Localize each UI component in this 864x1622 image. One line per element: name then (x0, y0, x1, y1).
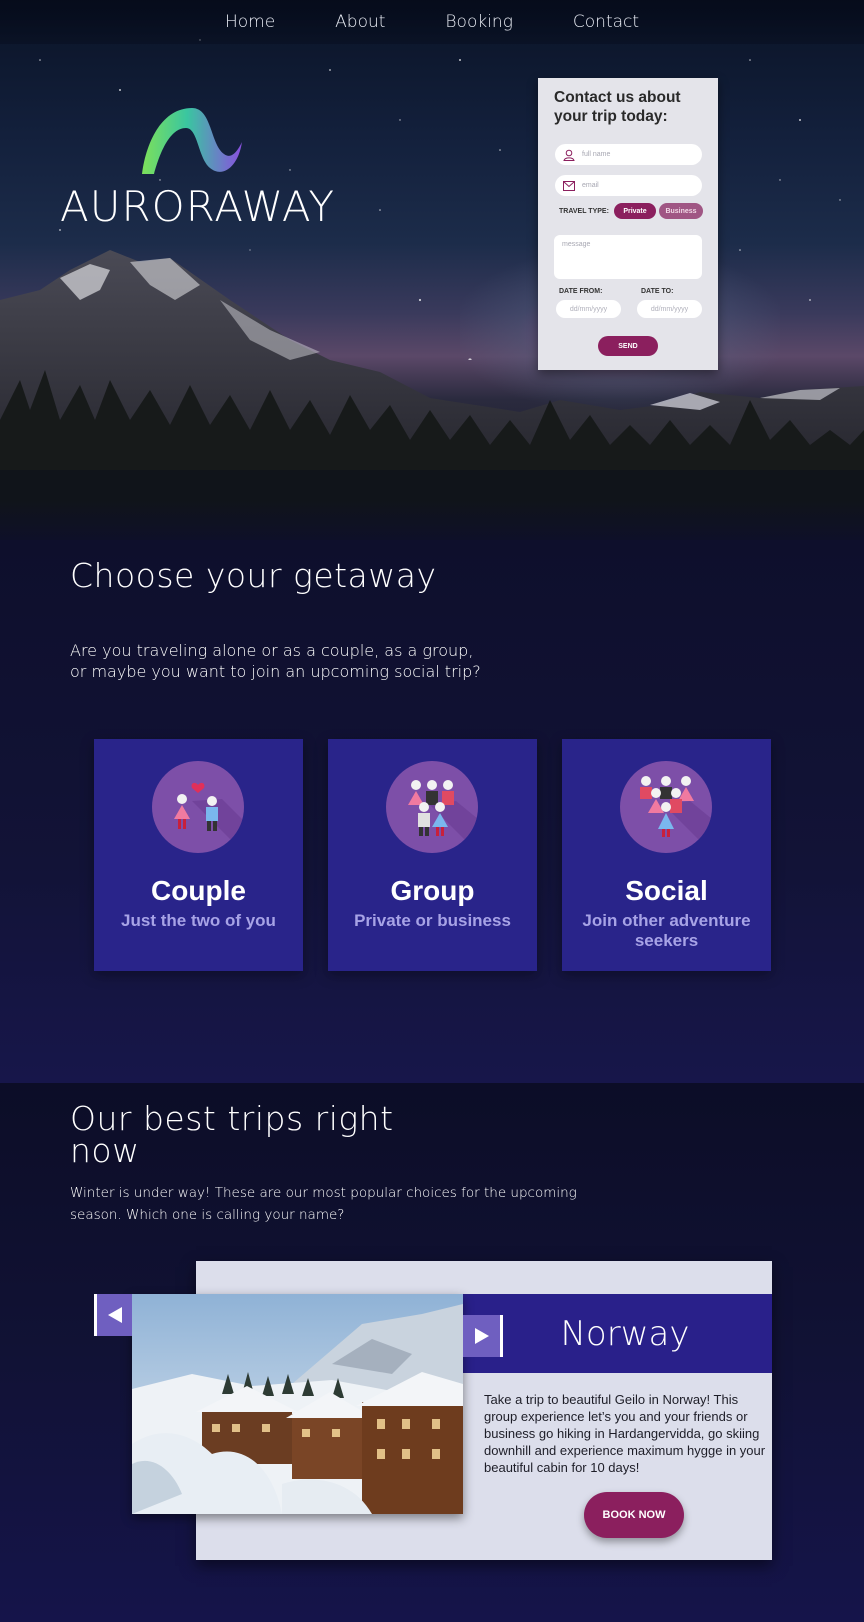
group-card[interactable]: Group Private or business (328, 739, 537, 971)
mountain-landscape (0, 250, 864, 540)
social-card[interactable]: Social Join other adventure seekers (562, 739, 771, 971)
carousel-next-button[interactable] (463, 1315, 503, 1357)
trips-subtitle: Winter is under way! These are our most … (70, 1185, 577, 1223)
couple-subtitle: Just the two of you (121, 911, 276, 930)
getaway-subtitle: Are you traveling alone or as a couple, … (70, 641, 481, 681)
arrow-left-icon (108, 1307, 122, 1323)
date-to-field[interactable]: dd/mm/yyyy (637, 300, 702, 318)
trips-section: Our best trips right now Winter is under… (0, 1083, 864, 1622)
group-title: Group (390, 875, 475, 906)
top-nav: Home About Booking Contact (0, 0, 864, 44)
full-name-field[interactable]: full name (555, 144, 702, 165)
social-subtitle: Join other adventure seekers (582, 911, 751, 950)
couple-title: Couple (151, 875, 246, 906)
date-to-label: DATE TO: (641, 288, 674, 295)
trip-photo (132, 1294, 463, 1514)
group-icon (386, 761, 478, 853)
aurora-wave-icon (142, 108, 242, 174)
envelope-icon (563, 180, 575, 191)
arrow-right-icon (475, 1328, 489, 1344)
brand-name: AURORAWAY (60, 182, 335, 231)
date-from-field[interactable]: dd/mm/yyyy (556, 300, 621, 318)
travel-type-business-button[interactable]: Business (659, 203, 703, 219)
date-from-label: DATE FROM: (559, 288, 603, 295)
travel-type-private-button[interactable]: Private (614, 203, 656, 219)
nav-about[interactable]: About (335, 12, 385, 32)
trip-name: Norway (560, 1314, 690, 1354)
full-name-placeholder: full name (582, 151, 611, 158)
user-icon (563, 149, 575, 161)
trips-title: Our best trips right now (70, 1099, 394, 1170)
trip-description: Take a trip to beautiful Geilo in Norway… (484, 1392, 766, 1475)
send-button[interactable]: SEND (598, 336, 658, 356)
book-now-button[interactable]: BOOK NOW (584, 1492, 684, 1538)
nav-home[interactable]: Home (225, 12, 275, 32)
travel-type-label: TRAVEL TYPE: (559, 208, 609, 215)
email-field[interactable]: email (555, 175, 702, 196)
couple-card[interactable]: Couple Just the two of you (94, 739, 303, 971)
getaway-section: Choose your getaway Are you traveling al… (0, 540, 864, 1083)
nav-contact[interactable]: Contact (573, 12, 639, 32)
couple-icon (152, 761, 244, 853)
brand-logo[interactable]: AURORAWAY (58, 98, 338, 233)
contact-form: Contact us about your trip today: full n… (538, 78, 718, 370)
contact-form-title: Contact us about your trip today: (554, 89, 681, 125)
social-icon (620, 761, 712, 853)
getaway-title: Choose your getaway (70, 556, 437, 595)
email-placeholder: email (582, 182, 599, 189)
message-field[interactable]: message (554, 235, 702, 279)
hero-section: Home About Booking Contact AURORAWAY Con… (0, 0, 864, 540)
nav-booking[interactable]: Booking (445, 12, 512, 32)
carousel-prev-button[interactable] (94, 1294, 132, 1336)
social-title: Social (625, 875, 708, 906)
group-subtitle: Private or business (354, 911, 511, 930)
